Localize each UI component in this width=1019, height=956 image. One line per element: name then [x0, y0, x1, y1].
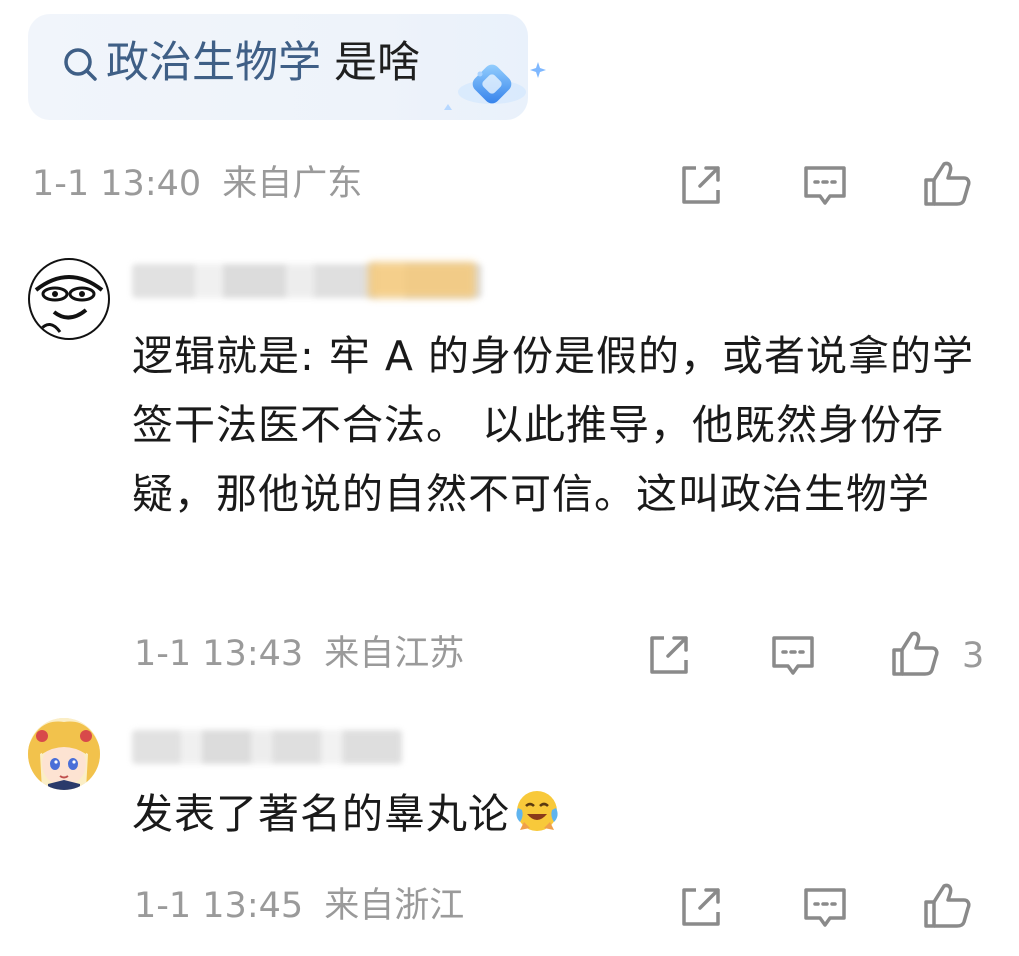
- comment-location: 来自浙江: [324, 886, 465, 926]
- comment-meta: 1-1 13:45 来自浙江: [134, 886, 464, 926]
- search-term: 政治生物学: [106, 38, 321, 88]
- comment-text: 发表了著名的辠丸论: [132, 780, 562, 849]
- share-icon[interactable]: [676, 882, 726, 932]
- vip-badge-blurred: [368, 262, 476, 298]
- comment-text: 逻辑就是: 牢 A 的身份是假的，或者说拿的学签干法医不合法。 以此推导，他既然…: [132, 332, 974, 518]
- comment-time: 1-1 13:45: [134, 886, 304, 926]
- post-meta: 1-1 13:40 来自广东: [32, 164, 362, 204]
- comment-location: 来自江苏: [324, 634, 465, 674]
- avatar[interactable]: [28, 258, 110, 340]
- post-location: 来自广东: [222, 164, 363, 204]
- comment-time: 1-1 13:43: [134, 634, 304, 674]
- share-icon[interactable]: [644, 630, 694, 680]
- thumbs-up-icon[interactable]: [922, 158, 972, 208]
- like-count: 3: [962, 636, 985, 676]
- avatar[interactable]: [28, 718, 100, 790]
- anime-girl-avatar-icon: [28, 718, 100, 790]
- comment-meta: 1-1 13:43 来自江苏: [134, 634, 464, 674]
- comment-icon[interactable]: [800, 882, 850, 932]
- comment-icon[interactable]: [800, 160, 850, 210]
- thumbs-up-icon[interactable]: [922, 880, 972, 930]
- search-suffix: 是啥: [334, 38, 420, 88]
- username-blurred[interactable]: [132, 730, 402, 764]
- meme-face-icon: [31, 261, 107, 337]
- comment-icon[interactable]: [768, 630, 818, 680]
- post-time: 1-1 13:40: [32, 164, 202, 204]
- comment-text-content: 发表了著名的辠丸论: [132, 790, 510, 838]
- crying-laughing-emoji: [516, 791, 558, 831]
- search-icon: [64, 48, 97, 81]
- ai-sparkle-icon: [444, 62, 546, 110]
- thumbs-up-icon[interactable]: [890, 628, 940, 678]
- share-icon[interactable]: [676, 160, 726, 210]
